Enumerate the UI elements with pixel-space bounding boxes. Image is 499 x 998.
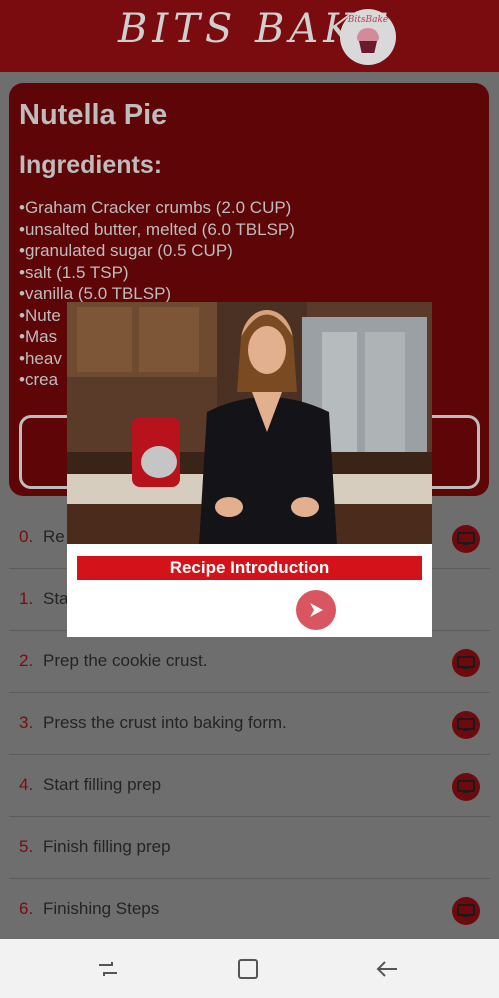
system-nav-bar <box>0 939 499 998</box>
ingredient-item: unsalted butter, melted (6.0 TBLSP) <box>19 219 295 241</box>
step-number: 4. <box>19 775 34 794</box>
step-item[interactable]: 3. Press the crust into baking form. <box>9 693 490 755</box>
step-label: Press the crust into baking form. <box>43 713 287 732</box>
step-number: 2. <box>19 651 34 670</box>
step-item[interactable]: 2. Prep the cookie crust. <box>9 631 490 693</box>
step-label: Finish filling prep <box>43 837 171 856</box>
step-label: Prep the cookie crust. <box>43 651 208 670</box>
video-frame <box>67 302 432 544</box>
step-number: 1. <box>19 589 34 608</box>
play-arrow-icon[interactable] <box>296 590 336 630</box>
video-icon[interactable] <box>452 773 480 801</box>
step-number: 5. <box>19 837 34 856</box>
ingredient-item: Graham Cracker crumbs (2.0 CUP) <box>19 197 295 219</box>
video-icon[interactable] <box>452 897 480 925</box>
home-icon[interactable] <box>232 953 264 985</box>
video-popup: Recipe Introduction <box>67 302 432 637</box>
recent-apps-icon[interactable] <box>92 953 124 985</box>
cupcake-icon: BitsBake <box>340 9 396 65</box>
back-arrow-icon[interactable] <box>371 953 403 985</box>
ingredients-heading: Ingredients: <box>19 151 163 179</box>
step-number: 3. <box>19 713 34 732</box>
step-label: Finishing Steps <box>43 899 160 918</box>
video-player[interactable] <box>67 302 432 544</box>
video-icon[interactable] <box>452 649 480 677</box>
step-item[interactable]: 5. Finish filling prep <box>9 817 490 879</box>
video-icon[interactable] <box>452 711 480 739</box>
recipe-title: Nutella Pie <box>19 99 168 131</box>
step-number: 0. <box>19 527 34 546</box>
logo-text: BitsBake <box>347 15 389 25</box>
video-icon[interactable] <box>452 525 480 553</box>
step-item[interactable]: 4. Start filling prep <box>9 755 490 817</box>
step-number: 6. <box>19 899 34 918</box>
step-item[interactable]: 6. Finishing Steps <box>9 879 490 941</box>
ingredient-item: granulated sugar (0.5 CUP) <box>19 240 295 262</box>
step-label: Re <box>43 527 65 546</box>
ingredient-item: salt (1.5 TSP) <box>19 262 295 284</box>
step-label: Sta <box>43 589 69 608</box>
app-bar: BITS BAKE BitsBake <box>0 0 499 72</box>
step-label: Start filling prep <box>43 775 162 794</box>
video-title-label: Recipe Introduction <box>77 556 422 580</box>
